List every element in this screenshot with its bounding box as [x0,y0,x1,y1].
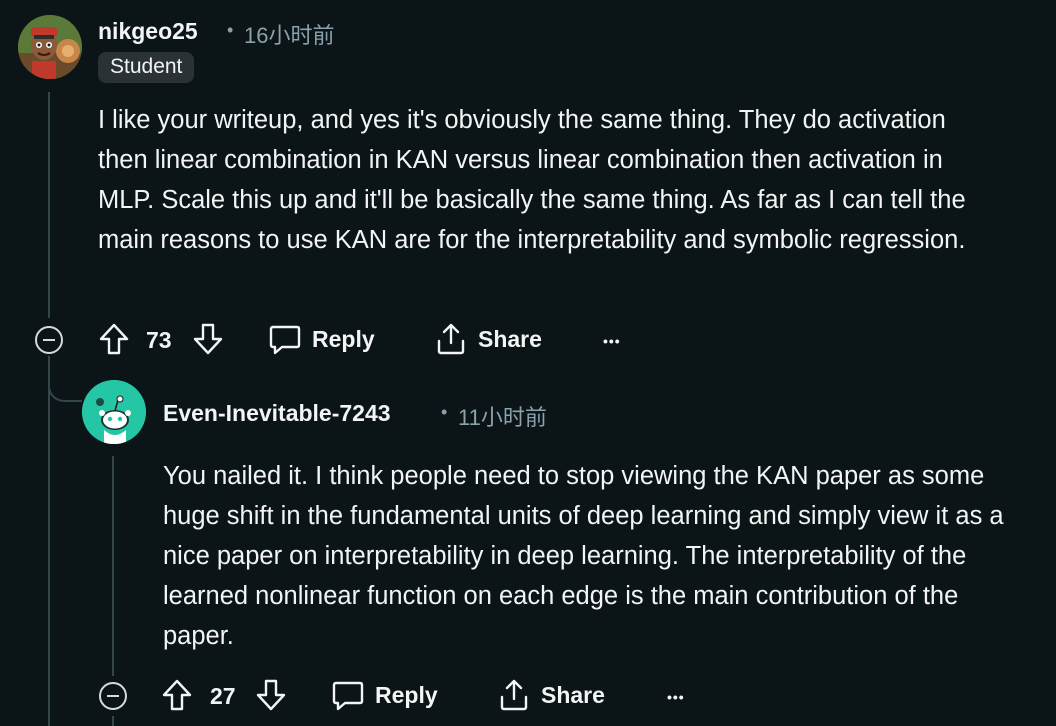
upvote-button[interactable] [161,678,193,712]
separator-dot: • [441,402,448,422]
avatar[interactable] [82,380,146,444]
vote-count: 73 [146,327,172,353]
separator-dot: • [227,20,234,40]
share-icon [500,679,528,711]
more-options-button[interactable]: ••• [603,333,621,349]
thread-line-main-lower[interactable] [48,364,50,726]
username[interactable]: nikgeo25 [98,18,198,45]
more-options-button[interactable]: ••• [667,689,685,705]
thread-line-reply[interactable] [112,456,114,676]
timestamp[interactable]: 11小时前 [458,400,547,432]
share-label: Share [541,681,605,708]
timestamp[interactable]: 16小时前 [244,18,334,50]
downvote-arrow-icon [193,323,223,355]
vote-count: 27 [210,683,236,709]
collapse-button[interactable] [99,682,127,710]
comment-body: You nailed it. I think people need to st… [163,462,1004,650]
snoo-avatar-icon [82,380,146,444]
downvote-arrow-icon [256,679,286,711]
reply-label: Reply [312,325,375,352]
username[interactable]: Even-Inevitable-7243 [163,400,391,427]
thread-line-reply-lower[interactable] [112,716,114,726]
minus-icon [43,339,55,341]
comment-bubble-icon [332,681,364,711]
share-label: Share [478,325,542,352]
share-icon [437,323,465,355]
reply-label: Reply [375,681,438,708]
thread-connector [48,356,82,402]
user-avatar-image-icon [18,15,82,79]
reply-button[interactable]: Reply [331,678,438,712]
user-flair: Student [98,52,195,83]
share-button[interactable]: Share [434,322,542,356]
collapse-button[interactable] [35,326,63,354]
thread-line-main[interactable] [48,92,50,318]
minus-icon [107,695,119,697]
share-button[interactable]: Share [497,678,605,712]
reply-button[interactable]: Reply [268,322,375,356]
downvote-button[interactable] [192,322,224,356]
upvote-arrow-icon [99,323,129,355]
upvote-button[interactable] [98,322,130,356]
comment-body: I like your writeup, and yes it's obviou… [98,106,966,254]
comment-bubble-icon [269,325,301,355]
downvote-button[interactable] [255,678,287,712]
avatar[interactable] [18,15,82,79]
upvote-arrow-icon [162,679,192,711]
